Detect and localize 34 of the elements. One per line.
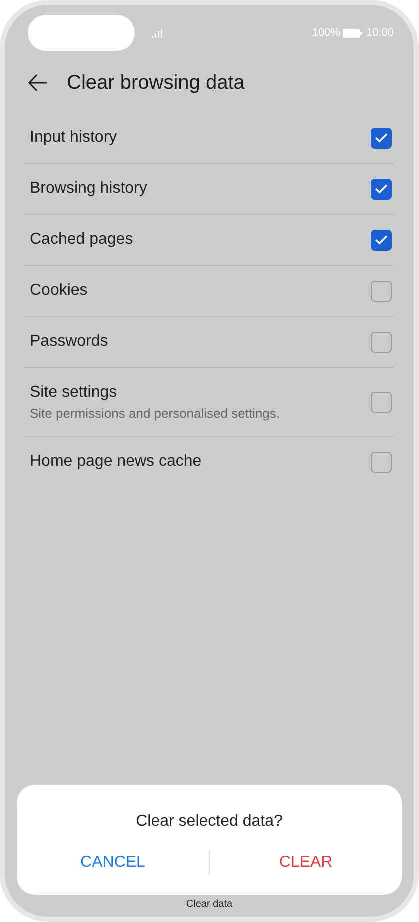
back-button[interactable] bbox=[28, 73, 48, 93]
cancel-button[interactable]: CANCEL bbox=[76, 849, 150, 877]
option-description: Site permissions and personalised settings. bbox=[30, 405, 282, 423]
option-label: Site settings bbox=[30, 383, 118, 403]
option-row[interactable]: Input history bbox=[25, 113, 394, 164]
checkmark-icon bbox=[375, 184, 388, 194]
option-row[interactable]: Passwords bbox=[25, 317, 394, 368]
option-label: Input history bbox=[30, 128, 118, 148]
clear-data-button[interactable]: Clear data bbox=[186, 897, 233, 912]
checkbox[interactable] bbox=[371, 178, 392, 200]
checkbox[interactable] bbox=[371, 230, 392, 250]
checkbox[interactable] bbox=[371, 280, 392, 302]
battery-icon bbox=[343, 28, 364, 38]
option-label: Cached pages bbox=[30, 230, 134, 250]
checkbox[interactable] bbox=[371, 392, 392, 412]
option-label: Home page news cache bbox=[30, 452, 203, 472]
option-label: Cookies bbox=[30, 281, 89, 301]
signal-icon bbox=[152, 29, 164, 38]
option-row[interactable]: Site settings Site permissions and personalised settings. bbox=[25, 368, 394, 437]
checkbox[interactable] bbox=[371, 452, 392, 472]
option-row[interactable]: Cookies bbox=[25, 266, 394, 317]
option-row[interactable]: Cached pages bbox=[25, 215, 394, 266]
checkbox[interactable] bbox=[371, 332, 392, 352]
option-label: Browsing history bbox=[30, 179, 148, 199]
option-label: Passwords bbox=[30, 332, 110, 352]
clear-button[interactable]: CLEAR bbox=[275, 849, 337, 877]
option-row[interactable]: Home page news cache bbox=[25, 437, 394, 487]
option-row[interactable]: Browsing history bbox=[25, 164, 394, 215]
back-arrow-icon bbox=[28, 74, 48, 92]
checkbox[interactable] bbox=[371, 128, 392, 148]
checkmark-icon bbox=[375, 235, 388, 245]
checkmark-icon bbox=[375, 133, 388, 143]
page-title: Clear browsing data bbox=[67, 71, 245, 96]
dialog-message: Clear selected data? bbox=[136, 812, 283, 832]
